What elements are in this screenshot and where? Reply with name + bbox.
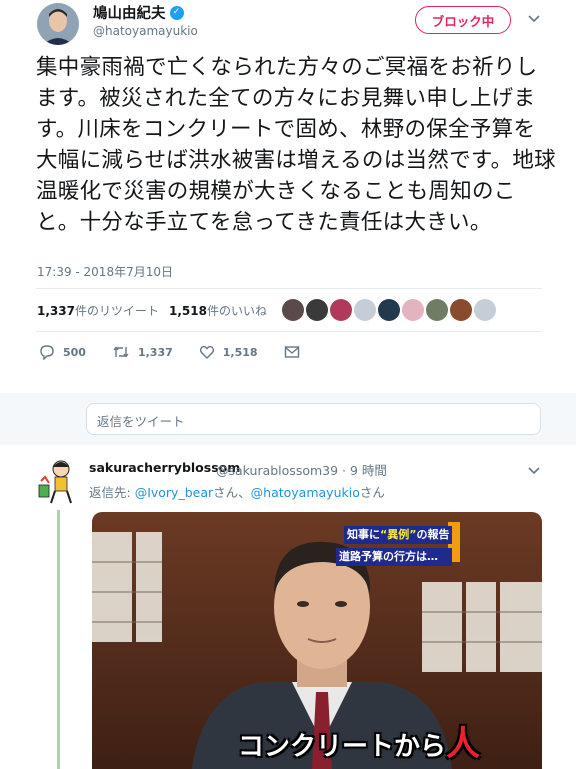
liker-avatar[interactable] [354,299,376,321]
tweet-actions: 500 1,337 1,518 [39,344,326,360]
image-caption: コンクリートから人 [238,724,481,764]
divider [36,288,542,289]
liker-avatar[interactable] [378,299,400,321]
retweet-stat[interactable]: 1,337件のリツイート [37,302,159,319]
thread-line [57,510,60,769]
liker-avatar[interactable] [474,299,496,321]
reply-to-line: 返信先: @Ivory_bearさん、@hatoyamayukioさん [89,485,385,500]
author-name[interactable]: 鳩山由紀夫 ✓ [93,2,184,23]
news-ticker-bottom: 道路予算の行方は… [336,548,452,566]
tweet-timestamp[interactable]: 17:39 - 2018年7月10日 [37,263,173,280]
liker-avatar[interactable] [282,299,304,321]
verified-icon: ✓ [169,5,184,20]
liker-avatar[interactable] [330,299,352,321]
author-avatar[interactable] [37,3,79,45]
liker-avatar[interactable] [450,299,472,321]
liker-avatar[interactable] [426,299,448,321]
like-stat[interactable]: 1,518件のいいね [169,302,267,319]
tweet-text: 集中豪雨禍で亡くなられた方々のご冥福をお祈りします。被災された全ての方々にお見舞… [36,55,556,235]
block-button[interactable]: ブロック中 [415,6,511,34]
reply-input[interactable]: 返信をツイート [86,403,541,435]
like-icon [199,345,214,359]
retweet-action[interactable]: 1,337 [112,344,173,360]
liker-avatar[interactable] [402,299,424,321]
liker-avatar[interactable] [306,299,328,321]
reply-author-avatar[interactable] [37,457,81,505]
mention-link[interactable]: @hatoyamayukio [251,485,360,500]
mention-link[interactable]: @Ivory_bear [135,485,213,500]
reply-author-handle[interactable]: @sakurablossom39 [216,463,338,478]
reply-action[interactable]: 500 [39,344,86,360]
message-action[interactable] [284,345,300,359]
chevron-down-icon[interactable] [526,462,542,478]
reply-time[interactable]: · 9 時間 [342,463,387,478]
liker-avatars [282,299,496,321]
message-icon [284,346,299,358]
reply-author-meta: @sakurablossom39 · 9 時間 [216,460,387,479]
author-handle[interactable]: @hatoyamayukio [93,24,198,38]
divider [36,331,542,332]
like-action[interactable]: 1,518 [199,344,258,360]
chevron-down-icon[interactable] [526,10,542,26]
news-ticker-top: 知事に“異例”の報告 [344,526,452,544]
retweet-icon [113,346,129,358]
reply-icon [40,345,54,360]
tweet-stats: 1,337件のリツイート 1,518件のいいね [37,302,267,319]
